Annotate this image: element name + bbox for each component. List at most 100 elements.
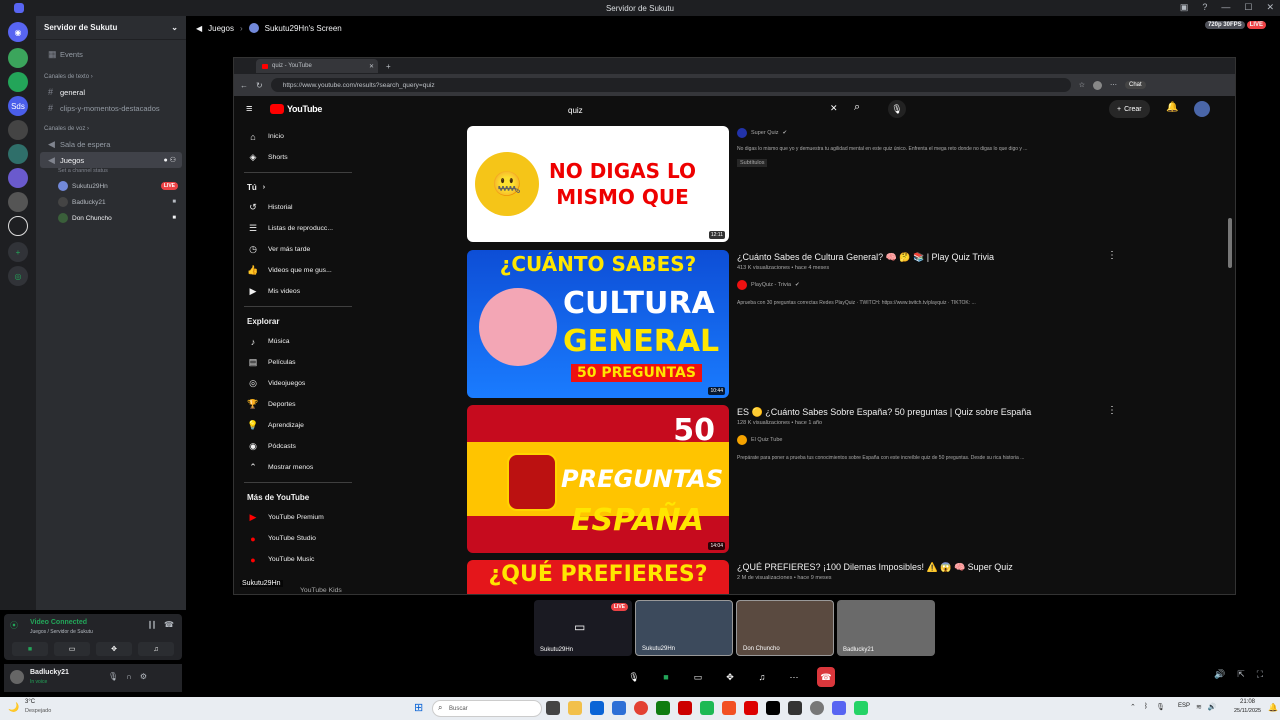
microphone-button[interactable]: 🎙 xyxy=(625,668,643,686)
scrollbar-thumb[interactable] xyxy=(1228,218,1232,268)
popout-icon[interactable]: ⇱ xyxy=(1237,669,1245,680)
chrome-icon[interactable] xyxy=(634,701,648,715)
browser-tab[interactable]: quiz - YouTube ✕ xyxy=(256,59,378,73)
nav-podcasts[interactable]: ◉ Pódcasts xyxy=(234,436,356,457)
nav-inicio[interactable]: ⌂ Inicio xyxy=(234,126,356,147)
channel-link[interactable]: Super Quiz ✔ xyxy=(737,128,787,138)
server-icon-active[interactable]: Sds xyxy=(8,96,28,116)
settings-icon[interactable] xyxy=(810,701,824,715)
events-item[interactable]: ▦ Events xyxy=(40,46,182,62)
server-icon[interactable] xyxy=(8,72,28,92)
avatar[interactable] xyxy=(10,670,24,684)
nav-kids-partial[interactable]: YouTube Kids xyxy=(300,587,342,594)
participant-tile[interactable]: LIVE ▭ Sukutu29Hn xyxy=(534,600,632,656)
server-icon[interactable] xyxy=(8,192,28,212)
nav-aprendizaje[interactable]: 💡 Aprendizaje xyxy=(234,415,356,436)
add-server-icon[interactable]: + xyxy=(8,242,28,262)
channel-clips[interactable]: # clips-y-momentos-destacados xyxy=(40,100,182,116)
language-indicator[interactable]: ESP xyxy=(1178,703,1190,709)
star-icon[interactable]: ☆ xyxy=(1079,81,1085,89)
screen-share-button[interactable]: ▭ xyxy=(54,642,90,656)
clock-date[interactable]: 25/11/2025 xyxy=(1234,708,1261,714)
nav-deportes[interactable]: 🏆 Deportes xyxy=(234,394,356,415)
task-view-icon[interactable] xyxy=(546,701,560,715)
youtube-logo-text[interactable]: YouTube xyxy=(287,104,322,114)
activities-button[interactable]: ✥ xyxy=(721,668,739,686)
server-header[interactable]: Servidor de Sukutu ⌄ xyxy=(36,16,186,40)
avatar[interactable] xyxy=(1194,101,1210,117)
system-tray[interactable]: ≋ 🔊 xyxy=(1196,703,1217,711)
create-button[interactable]: + Crear xyxy=(1109,100,1150,118)
chat-button[interactable]: Chat xyxy=(1124,81,1146,89)
clock-time[interactable]: 21:08 xyxy=(1240,699,1255,705)
maximize-button[interactable]: ☐ xyxy=(1244,2,1252,13)
app-icon[interactable] xyxy=(678,701,692,715)
channel-status[interactable]: Set a channel status xyxy=(36,168,186,178)
section-tu[interactable]: Tú › xyxy=(234,177,356,197)
video-result[interactable]: 🤐 NO DIGAS LO MISMO QUE 12:11 Super Quiz ✔… xyxy=(467,126,1107,242)
video-thumbnail[interactable]: ¿QUÉ PREFIERES? xyxy=(467,560,729,594)
windows-start-icon[interactable]: ⊞ xyxy=(414,701,423,714)
server-icon[interactable] xyxy=(8,216,28,236)
menu-icon[interactable]: ≡ xyxy=(246,103,252,115)
nav-historial[interactable]: ↺ Historial xyxy=(234,197,356,218)
app-icon[interactable] xyxy=(744,701,758,715)
video-thumbnail[interactable]: ¿CUÁNTO SABES? CULTURA GENERAL 50 PREGUN… xyxy=(467,250,729,398)
chevron-up-icon[interactable]: ⌃ xyxy=(1130,703,1136,711)
xbox-icon[interactable] xyxy=(656,701,670,715)
nav-musica[interactable]: ♪ Música xyxy=(234,331,356,352)
screen-share-button[interactable]: ▭ xyxy=(689,668,707,686)
channel-link[interactable]: PlayQuiz - Trivia ✔ xyxy=(737,280,800,290)
nav-shorts[interactable]: ◈ Shorts xyxy=(234,147,356,168)
channel-title[interactable]: Juegos xyxy=(208,24,234,33)
direct-messages-icon[interactable]: ◉ xyxy=(8,22,28,42)
more-actions-icon[interactable]: ⋮ xyxy=(1107,405,1117,416)
channel-sala-de-espera[interactable]: ◀ Sala de espera xyxy=(40,136,182,152)
file-explorer-icon[interactable] xyxy=(568,701,582,715)
voice-user[interactable]: Badlucky21 ■ xyxy=(36,194,186,210)
taskbar-search[interactable]: Buscar xyxy=(432,700,542,717)
refresh-icon[interactable]: ↻ xyxy=(256,81,263,90)
more-icon[interactable]: ⋯ xyxy=(1110,81,1117,89)
gear-icon[interactable]: ⚙ xyxy=(140,672,147,681)
video-result[interactable]: ¿CUÁNTO SABES? CULTURA GENERAL 50 PREGUN… xyxy=(467,250,1117,398)
app-icon[interactable] xyxy=(612,701,626,715)
search-input[interactable]: quiz xyxy=(568,100,828,120)
soundboard-button[interactable]: ♫ xyxy=(138,642,174,656)
server-icon[interactable] xyxy=(8,168,28,188)
soundboard-button[interactable]: ♫ xyxy=(753,668,771,686)
nav-studio[interactable]: ● YouTube Studio xyxy=(234,528,356,549)
video-thumbnail[interactable]: 🤐 NO DIGAS LO MISMO QUE 12:11 xyxy=(467,126,729,242)
video-title[interactable]: ¿QUÉ PREFIERES? ¡100 Dilemas Imposibles!… xyxy=(737,562,1013,573)
app-icon[interactable] xyxy=(722,701,736,715)
bell-icon[interactable]: 🔔 xyxy=(1166,102,1178,113)
disconnect-icon[interactable]: ☎ xyxy=(164,620,174,629)
nav-music[interactable]: ● YouTube Music xyxy=(234,549,356,570)
clear-search-icon[interactable]: ✕ xyxy=(830,103,838,114)
chat-icon[interactable]: ● ⚇ xyxy=(164,156,176,164)
minimize-button[interactable]: — xyxy=(1221,2,1230,13)
more-options-button[interactable]: ⋯ xyxy=(785,668,803,686)
microphone-icon[interactable]: 🎙 xyxy=(108,672,118,681)
nav-my-videos[interactable]: ▶ Mis videos xyxy=(234,281,356,302)
server-icon[interactable] xyxy=(8,144,28,164)
youtube-logo-icon[interactable] xyxy=(270,104,284,114)
discord-icon[interactable] xyxy=(832,701,846,715)
voice-user[interactable]: Sukutu29Hn LIVE xyxy=(36,178,186,194)
spotify-icon[interactable] xyxy=(700,701,714,715)
leave-call-button[interactable]: ☎ xyxy=(817,667,835,687)
discover-icon[interactable]: ◎ xyxy=(8,266,28,286)
camera-button[interactable]: ■ xyxy=(12,642,48,656)
server-icon[interactable] xyxy=(8,120,28,140)
fullscreen-icon[interactable]: ⛶ xyxy=(1257,669,1263,680)
nav-liked[interactable]: 👍 Videos que me gus... xyxy=(234,260,356,281)
headset-icon[interactable]: ∩ xyxy=(126,672,132,681)
video-title[interactable]: ES 🟡 ¿Cuánto Sabes Sobre España? 50 preg… xyxy=(737,407,1031,418)
more-actions-icon[interactable]: ⋮ xyxy=(1107,250,1117,261)
volume-icon[interactable]: 🔊 xyxy=(1214,669,1225,680)
voice-user[interactable]: Don Chuncho ■ xyxy=(36,210,186,226)
microphone-icon[interactable]: 🎙 xyxy=(888,100,906,118)
participant-tile[interactable]: Sukutu29Hn xyxy=(635,600,733,656)
profile-avatar[interactable] xyxy=(1092,80,1102,90)
close-tab-icon[interactable]: ✕ xyxy=(369,63,374,70)
